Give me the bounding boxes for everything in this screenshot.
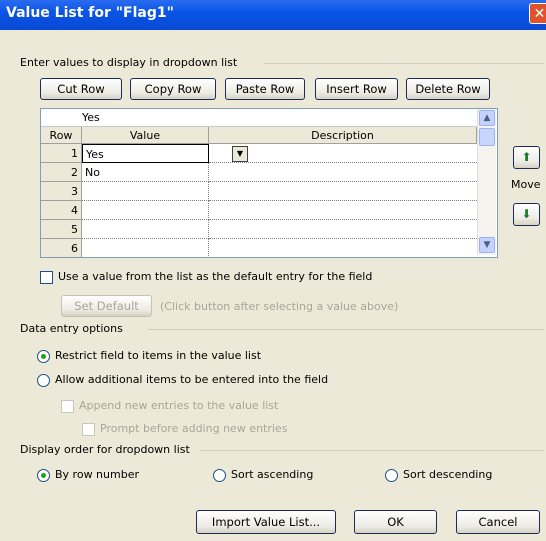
data-entry-divider [148,329,544,330]
grid-scrollbar[interactable]: ▲ ▼ [477,109,496,255]
copy-row-button[interactable]: Copy Row [130,78,216,100]
prompt-before-checkbox[interactable] [82,423,95,436]
display-order-section-label: Display order for dropdown list [20,443,190,456]
window-title: Value List for "Flag1" [6,5,174,21]
row-number: 1 [41,144,82,163]
column-header-description: Description [209,127,477,144]
values-section-label: Enter values to display in dropdown list [20,56,238,69]
value-grid[interactable]: Yes Row Value Description 1 Yes 2 No 3 4… [40,108,498,258]
move-up-button[interactable]: ⬆ [513,146,540,169]
chevron-up-icon: ▲ [483,113,491,123]
value-cell[interactable] [82,239,209,257]
scroll-up-button[interactable]: ▲ [479,110,495,126]
ok-button[interactable]: OK [354,510,437,534]
allow-additional-label: Allow additional items to be entered int… [55,373,329,386]
grid-edit-row[interactable]: Yes [41,109,476,127]
value-cell[interactable] [82,182,209,201]
set-default-hint: (Click button after selecting a value ab… [160,300,399,313]
sort-descending-radio[interactable] [385,469,398,482]
row-number: 4 [41,201,82,220]
append-entries-checkbox[interactable] [61,400,74,413]
scroll-down-button[interactable]: ▼ [479,237,495,253]
chevron-down-icon: ▼ [483,240,491,250]
description-cell[interactable] [209,144,477,163]
restrict-radio[interactable] [37,350,50,363]
description-cell[interactable] [209,239,477,257]
by-row-number-label: By row number [55,468,139,481]
by-row-number-radio[interactable] [37,469,50,482]
use-default-checkbox[interactable] [40,271,53,284]
delete-row-button[interactable]: Delete Row [406,78,490,100]
description-cell[interactable] [209,201,477,220]
row-number: 6 [41,239,82,257]
current-edit-value: Yes [82,111,100,124]
column-header-row: Row [41,127,82,144]
radio-selected-dot [41,354,46,359]
scroll-thumb[interactable] [479,128,495,146]
description-cell[interactable] [209,220,477,239]
append-entries-label: Append new entries to the value list [79,399,279,412]
cut-row-button[interactable]: Cut Row [40,78,122,100]
column-header-value: Value [82,127,209,144]
close-icon: ✕ [533,6,546,22]
value-cell[interactable] [82,220,209,239]
allow-additional-radio[interactable] [37,374,50,387]
value-cell[interactable] [82,201,209,220]
use-default-label: Use a value from the list as the default… [58,270,373,283]
radio-selected-dot [41,473,46,478]
value-dropdown-button[interactable]: ▼ [232,146,248,162]
values-divider [264,63,544,64]
restrict-label: Restrict field to items in the value lis… [55,349,262,362]
set-default-button[interactable]: Set Default [61,295,152,317]
row-number: 3 [41,182,82,201]
value-dropdown-text: Yes [86,148,104,161]
close-button[interactable]: ✕ [529,3,546,24]
row-number: 5 [41,220,82,239]
arrow-up-icon: ⬆ [521,150,532,164]
cancel-button[interactable]: Cancel [456,510,540,534]
title-bar: Value List for "Flag1" ✕ [0,0,546,30]
row-number: 2 [41,163,82,182]
value-cell[interactable]: Yes [82,144,209,163]
sort-ascending-radio[interactable] [213,469,226,482]
move-down-button[interactable]: ⬇ [513,203,540,226]
prompt-before-label: Prompt before adding new entries [100,422,288,435]
chevron-down-icon: ▼ [236,149,244,158]
sort-ascending-label: Sort ascending [231,468,314,481]
arrow-down-icon: ⬇ [521,207,532,221]
insert-row-button[interactable]: Insert Row [315,78,398,100]
value-cell[interactable]: No [82,163,209,182]
description-cell[interactable] [209,163,477,182]
move-label: Move [511,178,541,191]
display-order-divider [200,450,544,451]
paste-row-button[interactable]: Paste Row [225,78,305,100]
import-value-list-button[interactable]: Import Value List... [196,510,336,534]
description-cell[interactable] [209,182,477,201]
data-entry-section-label: Data entry options [20,322,123,335]
sort-descending-label: Sort descending [403,468,493,481]
